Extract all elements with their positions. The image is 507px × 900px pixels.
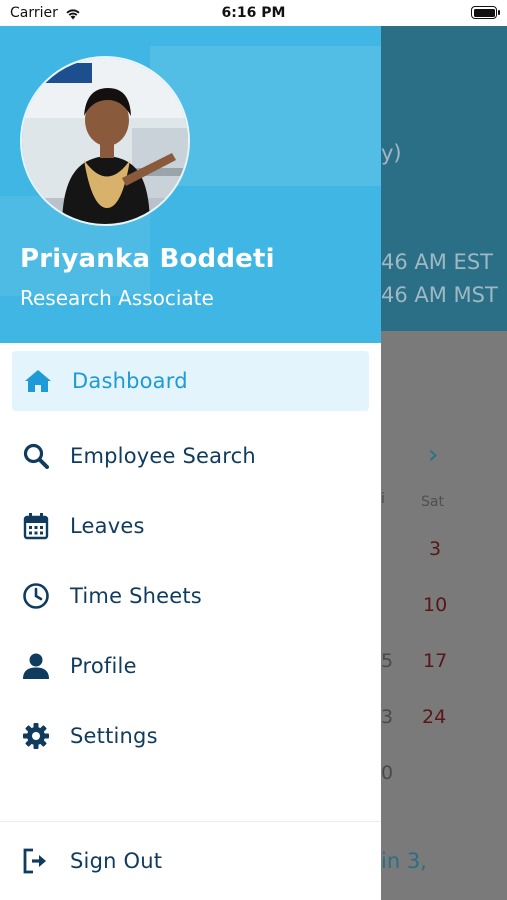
background-time-est: 46 AM EST: [381, 250, 493, 274]
background-date[interactable]: 17: [423, 650, 447, 672]
sign-out-icon: [20, 845, 52, 877]
drawer-menu: Dashboard Employee Search Leaves Time Sh…: [0, 351, 381, 771]
status-bar: Carrier 6:16 PM: [0, 0, 507, 26]
status-time: 6:16 PM: [221, 5, 286, 21]
search-icon: [20, 440, 52, 472]
navigation-drawer: Priyanka Boddeti Research Associate Dash…: [0, 26, 381, 900]
clock-icon: [20, 580, 52, 612]
menu-item-employee-search[interactable]: Employee Search: [0, 421, 381, 491]
divider: [0, 821, 381, 822]
user-name: Priyanka Boddeti: [20, 244, 275, 274]
sign-out-label: Sign Out: [70, 849, 163, 873]
background-date-fragment: 3: [381, 706, 394, 728]
background-date[interactable]: 10: [423, 594, 447, 616]
background-date-fragment: 0: [381, 762, 394, 784]
background-date[interactable]: 3: [429, 538, 441, 560]
menu-item-time-sheets[interactable]: Time Sheets: [0, 561, 381, 631]
user-role: Research Associate: [20, 286, 214, 310]
battery-icon: [471, 6, 500, 19]
chevron-right-icon[interactable]: ›: [428, 440, 438, 470]
person-icon: [20, 650, 52, 682]
home-icon: [22, 365, 54, 397]
background-text-fragment: y): [381, 141, 402, 165]
menu-item-label: Employee Search: [70, 444, 256, 468]
avatar[interactable]: [20, 56, 190, 226]
background-footer-fragment: in 3,: [381, 849, 427, 873]
avatar-photo: [22, 58, 188, 224]
background-sat-label: Sat: [421, 494, 444, 510]
gear-icon: [20, 720, 52, 752]
calendar-icon: [20, 510, 52, 542]
menu-item-settings[interactable]: Settings: [0, 701, 381, 771]
background-day-fragment: i: [381, 491, 385, 507]
menu-item-dashboard[interactable]: Dashboard: [12, 351, 369, 411]
menu-item-label: Dashboard: [72, 369, 188, 393]
menu-item-label: Time Sheets: [70, 584, 202, 608]
menu-item-label: Settings: [70, 724, 158, 748]
menu-item-label: Profile: [70, 654, 137, 678]
menu-item-profile[interactable]: Profile: [0, 631, 381, 701]
menu-item-leaves[interactable]: Leaves: [0, 491, 381, 561]
background-date-fragment: 5: [381, 650, 394, 672]
menu-item-label: Leaves: [70, 514, 145, 538]
background-date[interactable]: 24: [422, 706, 446, 728]
drawer-header: Priyanka Boddeti Research Associate: [0, 26, 381, 343]
background-time-mst: 46 AM MST: [381, 283, 498, 307]
sign-out-button[interactable]: Sign Out: [0, 826, 381, 896]
